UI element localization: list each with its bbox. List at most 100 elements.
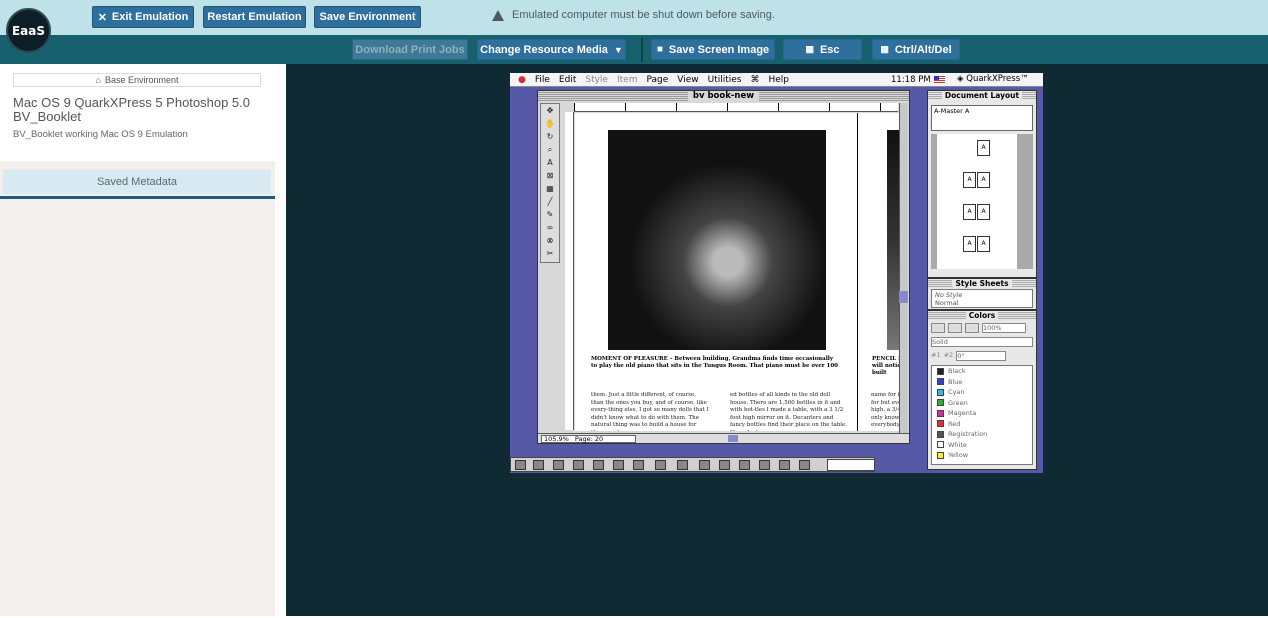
pencil-house-photo[interactable]: [887, 130, 899, 350]
control-strip-icon[interactable]: [515, 460, 526, 470]
application-menu[interactable]: ◈ QuarkXPress™: [957, 74, 1029, 84]
change-resource-media-dropdown[interactable]: Change Resource Media ▼: [477, 39, 626, 60]
ctrl-alt-del-button[interactable]: ▦ Ctrl/Alt/Del: [872, 39, 960, 60]
radio-2[interactable]: #2: [944, 351, 954, 362]
document-layout-title-bar[interactable]: Document Layout: [928, 91, 1036, 100]
page-thumb[interactable]: A: [977, 172, 990, 188]
control-strip-icon[interactable]: [593, 460, 604, 470]
color-item[interactable]: Yellow: [932, 450, 1032, 461]
document-page[interactable]: MOMENT OF PLEASURE – Between building, G…: [575, 113, 899, 431]
control-strip-icon[interactable]: [799, 460, 810, 470]
control-strip-icon[interactable]: [739, 460, 750, 470]
menu-help[interactable]: Help: [769, 75, 790, 85]
body-column-3[interactable]: name for it, no one for but everybody do…: [871, 392, 899, 430]
right-caption[interactable]: PENCIL HOUS you will notice house, built: [872, 356, 899, 377]
color-item[interactable]: Cyan: [932, 387, 1032, 398]
vertical-scrollbar[interactable]: [899, 103, 908, 433]
menu-item[interactable]: Item: [617, 75, 638, 85]
save-environment-button[interactable]: Save Environment: [314, 6, 421, 28]
menu-view[interactable]: View: [677, 75, 698, 85]
photo-caption[interactable]: MOMENT OF PLEASURE – Between building, G…: [591, 356, 841, 370]
page-thumb[interactable]: A: [963, 236, 976, 252]
menu-page[interactable]: Page: [646, 75, 668, 85]
master-pages-list[interactable]: A-Master A: [931, 105, 1033, 131]
restart-emulation-button[interactable]: Restart Emulation: [203, 6, 306, 28]
menu-edit[interactable]: Edit: [559, 75, 576, 85]
exit-emulation-button[interactable]: ✕ Exit Emulation: [92, 6, 194, 28]
color-item[interactable]: Blue: [932, 377, 1032, 388]
piano-photo[interactable]: [608, 130, 826, 350]
table-tool-icon[interactable]: ▦: [542, 183, 558, 195]
control-strip-icon[interactable]: [533, 460, 544, 470]
tint-field[interactable]: 100%: [982, 323, 1026, 333]
colors-title-bar[interactable]: Colors: [928, 311, 1036, 320]
vertical-scroll-thumb[interactable]: [899, 291, 908, 303]
rotate-tool-icon[interactable]: ↻: [542, 131, 558, 143]
control-strip-icon[interactable]: [719, 460, 730, 470]
zoom-tool-icon[interactable]: ⌕: [542, 144, 558, 156]
color-item[interactable]: Black: [932, 366, 1032, 377]
control-strip-icon[interactable]: [779, 460, 790, 470]
scissors-tool-icon[interactable]: ✂: [542, 248, 558, 260]
style-sheet-item[interactable]: No Style: [935, 291, 1029, 299]
menu-utilities[interactable]: Utilities: [708, 75, 742, 85]
control-strip-icon[interactable]: [677, 460, 688, 470]
page-thumb[interactable]: A: [977, 236, 990, 252]
control-strip-icon[interactable]: [699, 460, 710, 470]
download-print-jobs-button[interactable]: Download Print Jobs: [352, 39, 468, 60]
control-strip-icon[interactable]: [655, 460, 666, 470]
master-page-item[interactable]: A-Master A: [934, 107, 969, 115]
save-screen-image-button[interactable]: ■ Save Screen Image: [651, 39, 775, 60]
text-color-icon[interactable]: [948, 323, 962, 333]
linking-tool-icon[interactable]: ∞: [542, 222, 558, 234]
angle-field[interactable]: 0°: [956, 351, 1007, 361]
frame-color-icon[interactable]: [931, 323, 945, 333]
menu-file[interactable]: File: [535, 75, 550, 85]
document-window[interactable]: bv book-new ✥ ✋ ↻ ⌕ A ⊠ ▦ ╱ ✎ ∞ ⊗ ✂ MOME…: [537, 90, 910, 444]
content-tool-icon[interactable]: ✋: [542, 118, 558, 130]
color-item[interactable]: Registration: [932, 429, 1032, 440]
style-sheets-title-bar[interactable]: Style Sheets: [928, 279, 1036, 288]
radio-1[interactable]: #1: [931, 351, 941, 362]
control-strip-icon[interactable]: [633, 460, 644, 470]
color-item[interactable]: Red: [932, 419, 1032, 430]
unlinking-tool-icon[interactable]: ⊗: [542, 235, 558, 247]
control-strip-icon[interactable]: [573, 460, 584, 470]
item-tool-icon[interactable]: ✥: [542, 105, 558, 117]
control-strip-field[interactable]: [827, 459, 875, 471]
page-thumb[interactable]: A: [963, 204, 976, 220]
sidebar-scrollbar[interactable]: [275, 64, 286, 618]
color-item[interactable]: Magenta: [932, 408, 1032, 419]
control-strip[interactable]: [510, 457, 875, 472]
apple-menu-icon[interactable]: ●: [518, 75, 526, 85]
page-thumb[interactable]: A: [977, 140, 990, 156]
keyboard-layout-flag-icon[interactable]: [934, 76, 945, 84]
control-strip-icon[interactable]: [553, 460, 564, 470]
script-menu-icon[interactable]: ⌘: [751, 75, 760, 85]
colors-palette[interactable]: Colors 100% Solid #1 #2 0° Black Blue Cyan…: [927, 310, 1037, 470]
style-sheets-list[interactable]: No Style Normal: [931, 289, 1033, 308]
document-title-bar[interactable]: bv book-new: [538, 91, 909, 102]
picture-box-tool-icon[interactable]: ⊠: [542, 170, 558, 182]
esc-key-button[interactable]: ▦ Esc: [783, 39, 862, 60]
horizontal-scroll-thumb[interactable]: [728, 435, 738, 442]
fill-type-select[interactable]: Solid: [931, 337, 1033, 347]
text-path-tool-icon[interactable]: ✎: [542, 209, 558, 221]
saved-metadata-tab[interactable]: Saved Metadata: [3, 170, 271, 194]
page-thumb[interactable]: A: [963, 172, 976, 188]
page-thumb[interactable]: A: [977, 204, 990, 220]
menu-style[interactable]: Style: [585, 75, 608, 85]
control-strip-icon[interactable]: [613, 460, 624, 470]
body-column-1[interactable]: them. Just a little different, of course…: [591, 392, 709, 431]
page-thumbnails-area[interactable]: A A A A A A A: [931, 134, 1033, 269]
color-list[interactable]: Black Blue Cyan Green Magenta Red Registration…: [931, 365, 1033, 465]
line-tool-icon[interactable]: ╱: [542, 196, 558, 208]
text-box-tool-icon[interactable]: A: [542, 157, 558, 169]
color-item[interactable]: White: [932, 440, 1032, 451]
style-sheet-item[interactable]: Normal: [935, 299, 1029, 307]
color-item[interactable]: Green: [932, 398, 1032, 409]
emulated-screen[interactable]: ● File Edit Style Item Page View Utiliti…: [510, 73, 1043, 473]
document-layout-palette[interactable]: Document Layout A-Master A A A A A A A A: [927, 90, 1037, 278]
body-column-2[interactable]: ed bottles of all kinds in the old doll …: [730, 392, 848, 431]
background-color-icon[interactable]: [965, 323, 979, 333]
